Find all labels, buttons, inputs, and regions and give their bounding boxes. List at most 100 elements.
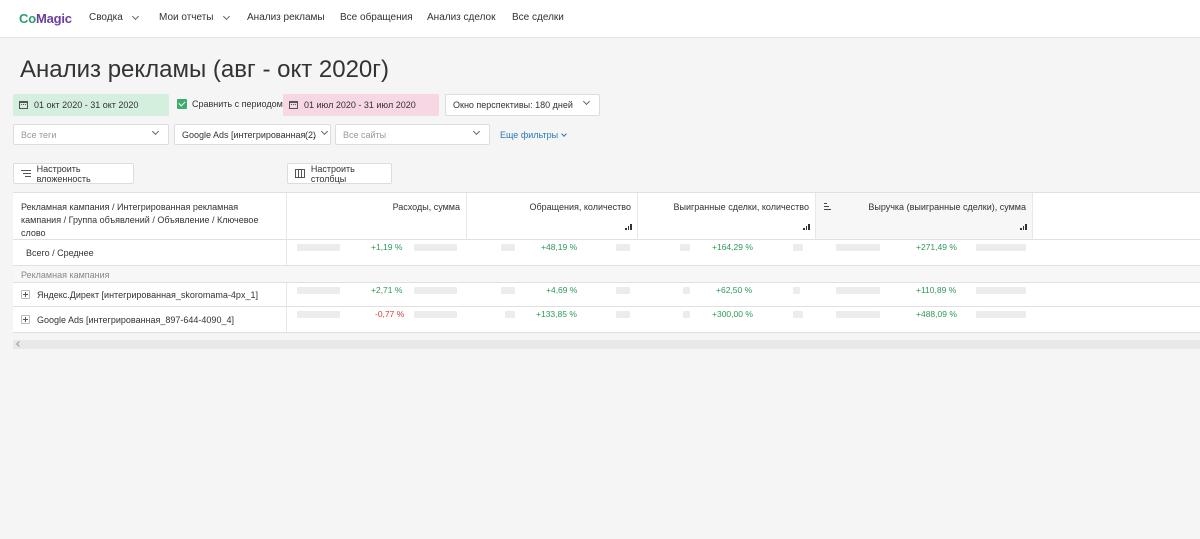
configure-nesting-button[interactable]: Настроить вложенность <box>13 163 134 184</box>
tags-select[interactable]: Все теги <box>13 124 169 145</box>
compare-period-value: 01 июл 2020 - 31 июл 2020 <box>304 100 416 110</box>
redacted-value <box>505 311 515 318</box>
table-row[interactable]: Яндекс.Директ [интегрированная_skoromama… <box>13 283 1200 307</box>
delta-value: +2,71 % <box>371 285 403 295</box>
logo-part-2: Magic <box>35 11 72 26</box>
redacted-value <box>976 244 1026 251</box>
nav-item-label: Анализ рекламы <box>247 12 325 23</box>
redacted-value <box>683 287 690 294</box>
main-period-value: 01 окт 2020 - 31 окт 2020 <box>34 100 139 110</box>
expand-icon[interactable] <box>21 315 30 324</box>
row-name: Яндекс.Директ [интегрированная_skoromama… <box>37 289 258 300</box>
header-expenses[interactable]: Расходы, сумма <box>287 193 467 240</box>
configure-nesting-label: Настроить вложенность <box>36 163 91 184</box>
redacted-value <box>501 244 515 251</box>
chevron-left-icon[interactable] <box>16 341 22 347</box>
redacted-value <box>297 311 340 318</box>
delta-value: +133,85 % <box>536 309 577 319</box>
calendar-icon <box>19 101 28 109</box>
horizon-select[interactable]: Окно перспективы: 180 дней <box>445 94 600 116</box>
ads-value: Google Ads [интегрированная ... <box>182 129 316 140</box>
more-filters-link[interactable]: Еще фильтры <box>500 130 567 140</box>
delta-value: +62,50 % <box>716 285 753 295</box>
chevron-down-icon <box>561 130 567 137</box>
comagic-logo[interactable]: CoMagic <box>19 11 72 26</box>
nav-item-label: Все обращения <box>340 12 413 23</box>
header-label: Выигранные сделки, количество <box>673 202 809 212</box>
configure-columns-label: Настроить столбцы <box>310 163 355 184</box>
delta-value: +164,29 % <box>712 242 753 252</box>
redacted-value <box>793 287 800 294</box>
bar-chart-icon[interactable] <box>1020 224 1027 230</box>
expand-icon[interactable] <box>21 290 30 299</box>
sites-select[interactable]: Все сайты <box>335 124 490 145</box>
redacted-value <box>680 244 690 251</box>
redacted-value <box>501 287 515 294</box>
delta-value: +48,19 % <box>541 242 578 252</box>
compare-label: Сравнить с периодом <box>192 99 283 109</box>
compare-checkbox[interactable] <box>177 99 187 109</box>
nav-item-label: Мои отчеты <box>159 12 214 23</box>
compare-period-picker[interactable]: 01 июл 2020 - 31 июл 2020 <box>283 94 439 116</box>
delta-value: +4,69 % <box>546 285 578 295</box>
delta-value: +271,49 % <box>916 242 957 252</box>
nesting-icon <box>21 169 31 178</box>
redacted-value <box>836 244 880 251</box>
delta-value: +1,19 % <box>371 242 403 252</box>
nav-item-all-requests[interactable]: Все обращения <box>340 12 413 23</box>
chevron-down-icon <box>222 12 230 20</box>
redacted-value <box>297 287 340 294</box>
header-requests[interactable]: Обращения, количество <box>467 193 638 240</box>
main-period-picker[interactable]: 01 окт 2020 - 31 окт 2020 <box>13 94 169 116</box>
more-filters-label: Еще фильтры <box>500 130 559 140</box>
nav-item-deal-analysis[interactable]: Анализ сделок <box>427 12 496 23</box>
sort-desc-icon[interactable] <box>824 203 831 210</box>
redacted-value <box>683 311 690 318</box>
top-navigation: CoMagic Сводка Мои отчеты Анализ рекламы… <box>0 0 1200 38</box>
redacted-value <box>414 244 457 251</box>
nav-item-ad-analysis[interactable]: Анализ рекламы <box>247 12 325 23</box>
nav-item-summary[interactable]: Сводка <box>89 12 139 23</box>
chevron-down-icon <box>131 12 139 20</box>
bar-chart-icon[interactable] <box>625 224 632 230</box>
header-empty <box>1033 193 1200 240</box>
row-name-cell: Яндекс.Директ [интегрированная_skoromama… <box>13 283 287 306</box>
redacted-value <box>616 287 630 294</box>
total-label: Всего / Среднее <box>13 240 287 265</box>
nav-item-label: Анализ сделок <box>427 12 496 23</box>
header-label: Выручка (выигранные сделки), сумма <box>868 202 1026 212</box>
nav-item-label: Все сделки <box>512 12 564 23</box>
nav-item-all-deals[interactable]: Все сделки <box>512 12 564 23</box>
header-campaign-hierarchy[interactable]: Рекламная кампания / Интегрированная рек… <box>13 193 287 240</box>
page-title: Анализ рекламы (авг - окт 2020г) <box>20 56 390 83</box>
delta-value: +300,00 % <box>712 309 753 319</box>
report-table: Рекламная кампания / Интегрированная рек… <box>13 192 1200 333</box>
redacted-value <box>616 311 630 318</box>
redacted-value <box>836 287 880 294</box>
logo-part-1: Co <box>19 11 36 26</box>
header-label: Расходы, сумма <box>392 202 460 212</box>
delta-value: +488,09 % <box>916 309 957 319</box>
compare-period-toggle[interactable]: Сравнить с периодом <box>177 99 283 109</box>
ads-select[interactable]: Google Ads [интегрированная ... (2) <box>174 124 331 145</box>
chevron-down-icon <box>582 97 591 106</box>
horizontal-scrollbar[interactable] <box>13 340 1200 349</box>
redacted-value <box>976 287 1026 294</box>
table-row[interactable]: Google Ads [интегрированная_897-644-4090… <box>13 307 1200 333</box>
configure-columns-button[interactable]: Настроить столбцы <box>287 163 392 184</box>
header-revenue[interactable]: Выручка (выигранные сделки), сумма <box>816 193 1033 240</box>
redacted-value <box>976 311 1026 318</box>
table-group-row: Рекламная кампания <box>13 266 1200 283</box>
bar-chart-icon[interactable] <box>803 224 810 230</box>
redacted-value <box>414 287 457 294</box>
chevron-down-icon <box>472 127 481 136</box>
tags-value: Все теги <box>21 129 57 140</box>
nav-item-label: Сводка <box>89 12 123 23</box>
redacted-value <box>616 244 630 251</box>
ads-count: (2) <box>305 129 316 140</box>
redacted-value <box>836 311 880 318</box>
header-won-deals[interactable]: Выигранные сделки, количество <box>638 193 816 240</box>
redacted-value <box>297 244 340 251</box>
nav-item-my-reports[interactable]: Мои отчеты <box>159 12 230 23</box>
chevron-down-icon <box>320 127 329 136</box>
